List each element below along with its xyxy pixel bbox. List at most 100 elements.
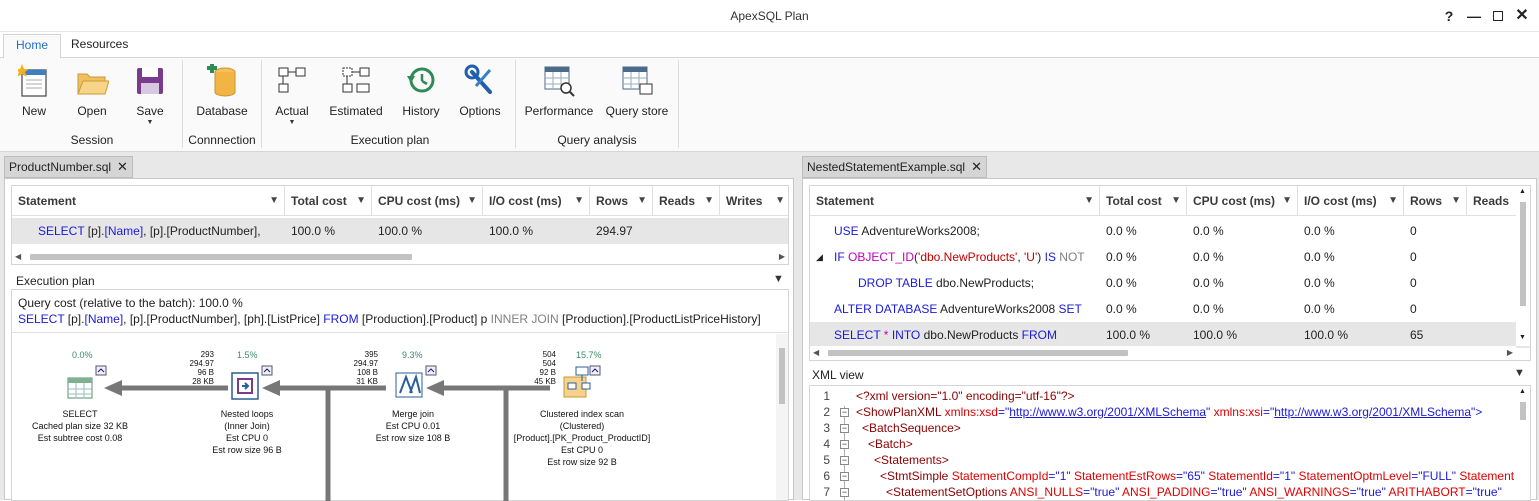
vertical-scrollbar[interactable] — [776, 334, 788, 500]
fold-toggle-icon[interactable]: − — [840, 424, 849, 433]
vertical-scrollbar[interactable]: ▲ — [1516, 386, 1530, 500]
performance-button[interactable]: Performance — [524, 64, 594, 118]
open-label: Open — [77, 104, 107, 118]
close-tab-icon[interactable]: ✕ — [117, 159, 128, 174]
new-button[interactable]: New — [14, 64, 54, 118]
io-cost-cell: 100.0 % — [489, 224, 534, 238]
total-cost-cell: 0.0 % — [1106, 302, 1137, 316]
column-header[interactable]: Statement ▼ — [810, 186, 1100, 216]
column-header[interactable]: Rows ▼ — [1404, 186, 1467, 216]
performance-label: Performance — [524, 104, 594, 118]
help-icon[interactable]: ? — [1439, 6, 1459, 26]
actual-dropdown-icon[interactable]: ▼ — [272, 119, 312, 126]
scroll-left-icon: ◀ — [15, 252, 22, 261]
column-header[interactable]: CPU cost (ms) ▼ — [372, 186, 483, 216]
filter-icon: ▼ — [1282, 195, 1292, 206]
column-header[interactable]: CPU cost (ms) ▼ — [1187, 186, 1298, 216]
scroll-down-icon: ▼ — [1519, 334, 1526, 341]
new-label: New — [21, 104, 46, 118]
pin-icon[interactable]: ▼ — [773, 273, 784, 285]
table-row[interactable]: SELECT [p].[Name], [p].[ProductNumber], … — [12, 218, 788, 244]
nested-loops-operator[interactable]: Nested loops (Inner Join) Est CPU 0 Est … — [192, 408, 302, 456]
filter-icon: ▼ — [1451, 195, 1461, 206]
column-header[interactable]: Total cost ▼ — [285, 186, 372, 216]
wrench-icon — [464, 64, 492, 94]
column-header[interactable]: Statement ▼ — [12, 186, 285, 216]
collapse-triangle-icon[interactable]: ◢ — [816, 244, 828, 270]
save-icon — [137, 68, 163, 94]
filter-icon: ▼ — [574, 195, 584, 206]
save-button[interactable]: Save ▼ — [130, 64, 170, 126]
maximize-icon[interactable] — [1488, 6, 1508, 26]
merge-join-operator[interactable]: Merge join Est CPU 0.01 Est row size 108… — [358, 408, 468, 444]
group-session-label: Session — [70, 133, 114, 147]
statement-cell: ALTER DATABASE AdventureWorks2008 SET — [834, 302, 1082, 316]
fold-toggle-icon[interactable]: − — [840, 440, 849, 449]
table-row[interactable]: ◢ IF OBJECT_ID('dbo.NewProducts', 'U') I… — [810, 244, 1530, 270]
column-header[interactable]: Total cost ▼ — [1100, 186, 1187, 216]
ribbon: New Open Save ▼ Session Database Connnec… — [0, 58, 1539, 152]
filter-icon: ▼ — [1388, 195, 1398, 206]
filter-icon: ▼ — [356, 195, 366, 206]
right-document: Statement ▼ Total cost ▼ CPU cost (ms) ▼ I/… — [802, 178, 1537, 501]
scrollbar-thumb[interactable] — [30, 254, 412, 260]
clustered-index-scan-operator[interactable]: Clustered index scan (Clustered) [Produc… — [512, 408, 652, 468]
column-header[interactable]: Reads — [1467, 186, 1517, 216]
database-button[interactable]: Database — [194, 64, 250, 118]
pin-icon[interactable]: ▼ — [1514, 367, 1525, 379]
horizontal-scrollbar[interactable]: ◀ ▶ — [12, 250, 788, 264]
fold-toggle-icon[interactable]: − — [840, 456, 849, 465]
table-row[interactable]: SELECT * INTO dbo.NewProducts FROM 100.0… — [810, 322, 1530, 348]
table-row[interactable]: USE AdventureWorks2008; 0.0 % 0.0 % 0.0 … — [810, 218, 1530, 244]
query-store-icon — [622, 66, 653, 95]
column-header[interactable]: I/O cost (ms) ▼ — [483, 186, 590, 216]
vertical-scrollbar[interactable]: ▲ ▼ — [1516, 186, 1530, 346]
open-button[interactable]: Open — [72, 64, 112, 118]
scrollbar-thumb[interactable] — [779, 348, 785, 404]
column-header[interactable]: Rows ▼ — [590, 186, 653, 216]
performance-icon — [544, 66, 575, 97]
fold-toggle-icon[interactable]: − — [840, 472, 849, 481]
total-cost-cell: 0.0 % — [1106, 224, 1137, 238]
total-cost-cell: 100.0 % — [291, 224, 336, 238]
doc-tab-productnumber[interactable]: ProductNumber.sql ✕ — [4, 156, 133, 178]
minimize-icon[interactable]: — — [1464, 6, 1484, 26]
scrollbar-thumb[interactable] — [828, 350, 1128, 356]
filter-icon: ▼ — [775, 195, 785, 206]
scrollbar-thumb[interactable] — [1520, 402, 1526, 420]
close-icon[interactable]: ✕ — [1512, 6, 1532, 26]
column-header[interactable]: I/O cost (ms) ▼ — [1298, 186, 1404, 216]
close-tab-icon[interactable]: ✕ — [971, 159, 982, 174]
tab-resources[interactable]: Resources — [59, 34, 140, 58]
grid-header: Statement ▼ Total cost ▼ CPU cost (ms) ▼ I/… — [810, 186, 1530, 216]
actual-button[interactable]: Actual ▼ — [272, 64, 312, 126]
group-execution-plan-label: Execution plan — [350, 133, 430, 147]
estimated-button[interactable]: Estimated — [326, 64, 386, 118]
horizontal-scrollbar[interactable]: ◀ ▶ — [810, 346, 1516, 360]
total-cost-cell: 0.0 % — [1106, 276, 1137, 290]
table-row[interactable]: ALTER DATABASE AdventureWorks2008 SET 0.… — [810, 296, 1530, 322]
select-operator[interactable]: SELECT Cached plan size 32 KB Est subtre… — [18, 408, 142, 444]
table-row[interactable]: DROP TABLE dbo.NewProducts; 0.0 % 0.0 % … — [810, 270, 1530, 296]
xml-view-title: XML view — [812, 368, 864, 382]
cpu-cost-cell: 100.0 % — [378, 224, 423, 238]
filter-icon: ▼ — [1171, 195, 1181, 206]
column-header[interactable]: Writes ▼ — [720, 186, 790, 216]
fold-toggle-icon[interactable]: − — [840, 408, 849, 417]
tab-home[interactable]: Home — [3, 34, 62, 59]
options-button[interactable]: Options — [456, 64, 504, 118]
actual-plan-icon — [278, 67, 306, 93]
scrollbar-thumb[interactable] — [1520, 202, 1526, 306]
right-statement-grid: Statement ▼ Total cost ▼ CPU cost (ms) ▼ I/… — [809, 185, 1531, 361]
save-dropdown-icon[interactable]: ▼ — [130, 119, 170, 126]
column-header[interactable]: Reads ▼ — [653, 186, 720, 216]
fold-toggle-icon[interactable]: − — [840, 488, 849, 497]
query-store-button[interactable]: Query store — [604, 64, 670, 118]
history-button[interactable]: History — [398, 64, 444, 118]
merge-join-stats: 395 294.97 108 B 31 KB — [353, 350, 378, 386]
xml-view-pane[interactable]: 1 <?xml version="1.0" encoding="utf-16"?… — [809, 385, 1531, 501]
statement-cell: SELECT * INTO dbo.NewProducts FROM — [834, 328, 1057, 342]
data-flow-arrows — [104, 380, 550, 501]
nested-loops-stats: 293 294.97 96 B 28 KB — [189, 350, 214, 386]
doc-tab-nestedstatement[interactable]: NestedStatementExample.sql ✕ — [802, 156, 987, 178]
